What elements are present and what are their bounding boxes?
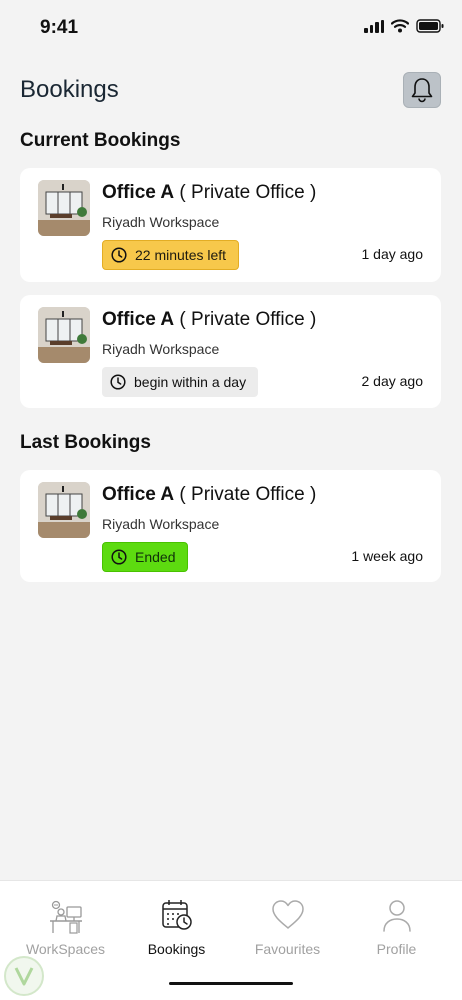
- workspace-location: Riyadh Workspace: [102, 214, 220, 230]
- nav-label: Profile: [376, 941, 417, 957]
- heart-icon: [271, 900, 304, 929]
- office-title: Office A ( Private Office ): [102, 484, 316, 506]
- nav-label: Favourites: [254, 941, 321, 957]
- office-name: Office A: [102, 484, 175, 505]
- battery-icon: [416, 19, 444, 33]
- office-type: ( Private Office ): [174, 309, 317, 330]
- booking-card[interactable]: Office A ( Private Office ) Riyadh Works…: [20, 168, 441, 282]
- office-thumbnail: [38, 180, 90, 236]
- nav-item-favourites[interactable]: Favourites: [230, 881, 345, 981]
- bell-icon: [411, 78, 433, 103]
- office-title: Office A ( Private Office ): [102, 182, 316, 204]
- status-bar: 9:41: [0, 0, 462, 56]
- booking-age: 2 day ago: [361, 373, 424, 389]
- workspace-location: Riyadh Workspace: [102, 516, 220, 532]
- clock-icon: [111, 549, 127, 565]
- booking-age: 1 week ago: [351, 548, 423, 564]
- workspace-location: Riyadh Workspace: [102, 341, 220, 357]
- status-badge: Ended: [102, 542, 189, 572]
- notifications-button[interactable]: [403, 72, 441, 108]
- clock-icon: [111, 247, 127, 263]
- last-bookings-heading: Last Bookings: [20, 432, 151, 453]
- calendar-clock-icon: [161, 900, 192, 930]
- office-name: Office A: [102, 309, 175, 330]
- watermark-logo-icon: [4, 956, 44, 996]
- status-badge: 22 minutes left: [102, 240, 240, 270]
- clock-icon: [110, 374, 126, 390]
- nav-item-bookings[interactable]: Bookings: [119, 881, 234, 981]
- office-thumbnail: [38, 482, 90, 538]
- office-name: Office A: [102, 182, 175, 203]
- office-title: Office A ( Private Office ): [102, 309, 316, 331]
- status-time: 9:41: [40, 17, 79, 38]
- page-title: Bookings: [20, 76, 119, 103]
- nav-item-profile[interactable]: Profile: [339, 881, 454, 981]
- workspace-desk-icon: [49, 900, 82, 934]
- office-type: ( Private Office ): [174, 182, 317, 203]
- status-text: begin within a day: [134, 374, 247, 390]
- office-thumbnail: [38, 307, 90, 363]
- home-indicator: [169, 982, 293, 985]
- wifi-icon: [391, 19, 409, 33]
- booking-card[interactable]: Office A ( Private Office ) Riyadh Works…: [20, 470, 441, 582]
- status-text: 22 minutes left: [135, 247, 227, 263]
- current-bookings-heading: Current Bookings: [20, 130, 181, 151]
- status-icons: [364, 19, 444, 33]
- status-badge: begin within a day: [102, 367, 259, 397]
- booking-age: 1 day ago: [361, 246, 424, 262]
- booking-card[interactable]: Office A ( Private Office ) Riyadh Works…: [20, 295, 441, 408]
- cellular-signal-icon: [364, 19, 384, 33]
- status-text: Ended: [135, 549, 176, 565]
- nav-label: Bookings: [147, 941, 206, 957]
- user-icon: [382, 900, 411, 932]
- office-type: ( Private Office ): [174, 484, 317, 505]
